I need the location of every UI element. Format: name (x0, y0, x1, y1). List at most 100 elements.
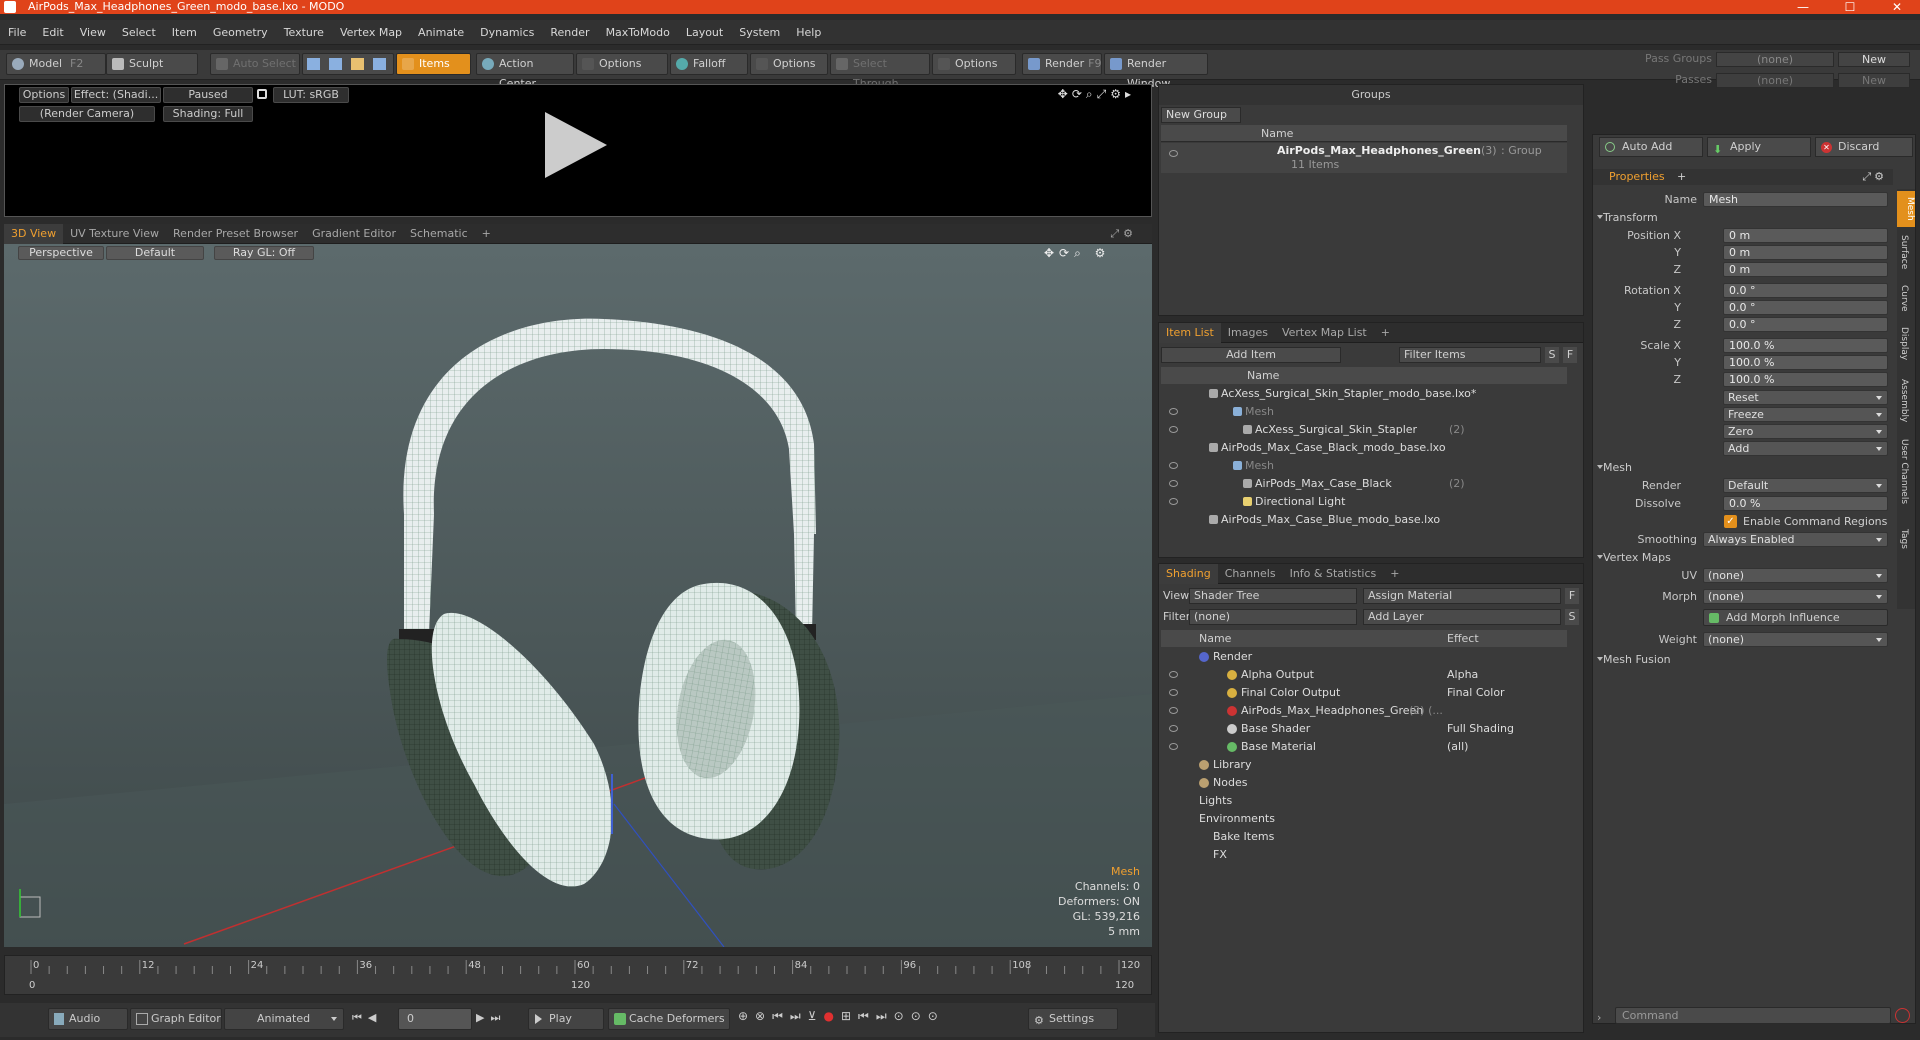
edges-mode-icon[interactable] (329, 58, 342, 70)
render-dropdown[interactable]: Default (1723, 478, 1888, 493)
shader-tree-row[interactable]: Base Material (all) (1161, 738, 1567, 756)
auto-select-button[interactable]: Auto Select (210, 53, 300, 75)
vertices-mode-icon[interactable] (307, 58, 320, 70)
tab-uv-texture-view[interactable]: UV Texture View (63, 224, 166, 244)
visibility-eye-icon[interactable] (1169, 426, 1178, 433)
item-list-row[interactable]: AcXess_Surgical_Skin_Stapler (2) (1161, 421, 1567, 439)
new-pass-group-button[interactable]: New (1838, 52, 1910, 67)
tab-item-list[interactable]: Item List (1159, 323, 1221, 343)
transport-prev-icons[interactable]: ⏮◀ (352, 1011, 382, 1025)
name-input[interactable]: Mesh (1703, 192, 1888, 207)
tab-properties[interactable]: Properties (1609, 169, 1665, 185)
item-list-row[interactable]: AirPods_Max_Case_Blue_modo_base.lxo (1161, 511, 1567, 529)
enable-command-regions-checkbox[interactable]: ✓ (1724, 515, 1737, 528)
shader-tree-row[interactable]: Bake Items (1161, 828, 1567, 846)
preview-paused-button[interactable]: Paused (163, 87, 253, 103)
menu-animate[interactable]: Animate (410, 20, 472, 45)
model-button[interactable]: Model F2 (6, 53, 106, 75)
add-layer-dropdown[interactable]: Add Layer (1363, 609, 1561, 625)
menu-vertex-map[interactable]: Vertex Map (332, 20, 410, 45)
shader-tree-row[interactable]: Lights (1161, 792, 1567, 810)
tab-3d-view[interactable]: 3D View (4, 224, 64, 244)
menu-help[interactable]: Help (788, 20, 829, 45)
tab-shading[interactable]: Shading (1159, 564, 1218, 584)
tab-channels[interactable]: Channels (1218, 564, 1283, 584)
menu-dynamics[interactable]: Dynamics (472, 20, 542, 45)
mesh-fusion-section[interactable]: Mesh Fusion (1597, 651, 1893, 668)
apply-button[interactable]: ⬇ Apply (1707, 137, 1811, 157)
menu-file[interactable]: File (0, 20, 34, 45)
menu-edit[interactable]: Edit (34, 20, 71, 45)
scale-y-input[interactable]: 100.0 % (1723, 355, 1888, 370)
visibility-eye-icon[interactable] (1169, 498, 1178, 505)
maximize-icon[interactable]: ☐ (1827, 0, 1873, 14)
viewport-3d[interactable]: Perspective Default Ray GL: Off ✥⟳⌕ ⚙ Me… (4, 244, 1152, 947)
position-x-input[interactable]: 0 m (1723, 228, 1888, 243)
select-through-options-button[interactable]: Options (932, 53, 1016, 75)
close-icon[interactable]: ✕ (1874, 0, 1920, 14)
falloff-button[interactable]: Falloff (670, 53, 748, 75)
tab-info-statistics[interactable]: Info & Statistics (1283, 564, 1384, 584)
add-tab-icon[interactable]: + (1383, 564, 1406, 584)
menu-layout[interactable]: Layout (678, 20, 731, 45)
position-y-input[interactable]: 0 m (1723, 245, 1888, 260)
side-tab-display[interactable]: Display (1899, 327, 1909, 360)
visibility-eye-icon[interactable] (1169, 408, 1178, 415)
side-tab-tags[interactable]: Tags (1899, 529, 1909, 549)
add-dropdown[interactable]: Add (1723, 441, 1888, 456)
frame-input[interactable]: 0 (398, 1008, 472, 1030)
add-tab-icon[interactable]: + (475, 224, 498, 244)
visibility-eye-icon[interactable] (1169, 462, 1178, 469)
shader-tree-row[interactable]: AirPods_Max_Headphones_Green (2) (... (1161, 702, 1567, 720)
reset-dropdown[interactable]: Reset (1723, 390, 1888, 405)
vertex-maps-section[interactable]: Vertex Maps (1597, 549, 1893, 566)
tab-vertex-map-list[interactable]: Vertex Map List (1275, 323, 1374, 343)
rotation-z-input[interactable]: 0.0 ° (1723, 317, 1888, 332)
shader-tree-row[interactable]: Render (1161, 648, 1567, 666)
settings-button[interactable]: ⚙ Settings (1028, 1008, 1118, 1030)
smoothing-dropdown[interactable]: Always Enabled (1703, 532, 1888, 547)
preview-effect-dropdown[interactable]: Effect: (Shadi... (71, 87, 161, 103)
preview-nav-icons[interactable]: ✥⟳⌕⤢⚙▸ (1058, 87, 1135, 102)
action-center-options-button[interactable]: Options (576, 53, 668, 75)
shading-f-button[interactable]: F (1565, 588, 1579, 604)
new-group-button[interactable]: New Group (1161, 107, 1241, 123)
animated-dropdown[interactable]: Animated (224, 1008, 344, 1030)
view-tab-tools[interactable]: ⤢⚙ (1103, 224, 1144, 244)
render-window-button[interactable]: Render Window (1104, 53, 1208, 90)
visibility-eye-icon[interactable] (1169, 480, 1178, 487)
zero-dropdown[interactable]: Zero (1723, 424, 1888, 439)
add-tab-icon[interactable]: + (1374, 323, 1397, 343)
render-button[interactable]: Render F9 (1022, 53, 1102, 75)
dissolve-input[interactable]: 0.0 % (1723, 496, 1888, 511)
item-list-row[interactable]: Mesh (1161, 457, 1567, 475)
auto-add-button[interactable]: Auto Add (1599, 137, 1703, 157)
transport-next-icons[interactable]: ▶⏭ (476, 1011, 506, 1025)
visibility-eye-icon[interactable] (1169, 743, 1178, 750)
shading-dropdown[interactable]: Shading: Full (163, 106, 253, 122)
item-list-f-button[interactable]: F (1563, 347, 1577, 363)
passes-dropdown[interactable]: (none) (1716, 73, 1834, 88)
action-center-button[interactable]: Action Center (476, 53, 574, 90)
uv-dropdown[interactable]: (none) (1703, 568, 1888, 583)
shader-tree-row[interactable]: FX (1161, 846, 1567, 864)
side-tab-curve[interactable]: Curve (1899, 285, 1909, 312)
shader-effect[interactable]: Final Color (1447, 684, 1505, 702)
shader-tree-row[interactable]: Final Color Output Final Color (1161, 684, 1567, 702)
sculpt-button[interactable]: Sculpt (106, 53, 198, 75)
menu-select[interactable]: Select (114, 20, 164, 45)
item-list-row[interactable]: AcXess_Surgical_Skin_Stapler_modo_base.l… (1161, 385, 1567, 403)
lut-dropdown[interactable]: LUT: sRGB (273, 87, 349, 103)
side-tab-user-channels[interactable]: User Channels (1899, 439, 1909, 504)
shader-tree-row[interactable]: Base Shader Full Shading (1161, 720, 1567, 738)
shader-tree-row[interactable]: Alpha Output Alpha (1161, 666, 1567, 684)
item-list-row[interactable]: Directional Light (1161, 493, 1567, 511)
play-icon[interactable] (545, 112, 607, 178)
select-through-button[interactable]: Select Through (830, 53, 930, 90)
add-tab-icon[interactable]: + (1677, 169, 1686, 185)
visibility-eye-icon[interactable] (1169, 671, 1178, 678)
side-tab-surface[interactable]: Surface (1899, 235, 1909, 269)
menu-view[interactable]: View (72, 20, 114, 45)
properties-tools[interactable]: ⤢⚙ (1862, 169, 1887, 185)
filter-items-input[interactable]: Filter Items (1399, 347, 1541, 363)
